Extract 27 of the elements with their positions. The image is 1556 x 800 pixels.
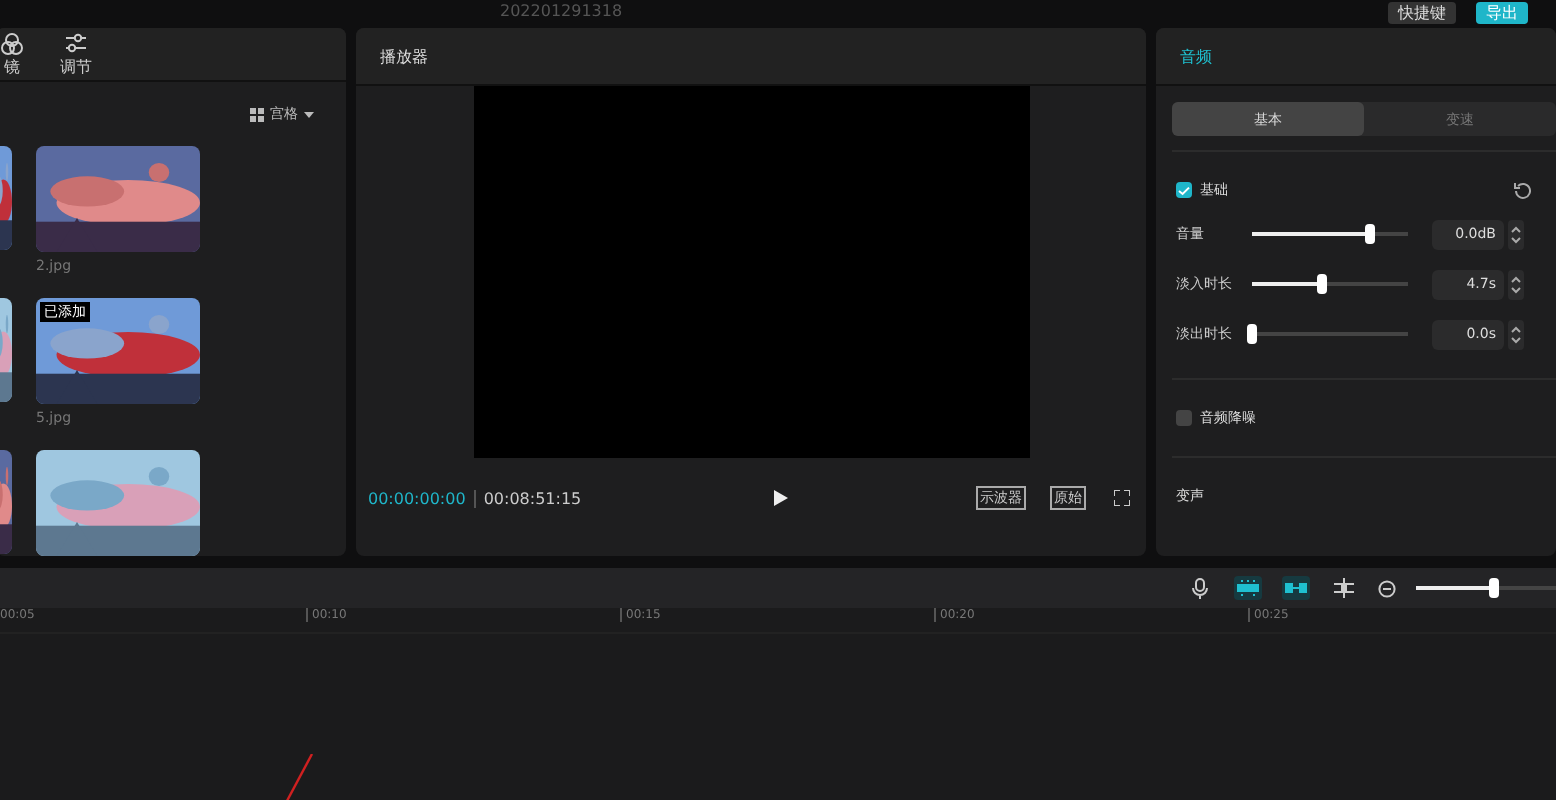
toolbar-tab[interactable]: 镜 <box>0 31 24 77</box>
project-name: 202201291318 <box>500 2 623 22</box>
reset-icon[interactable] <box>1514 181 1532 199</box>
toolbar-button[interactable] <box>1330 576 1358 600</box>
toolbar-button[interactable] <box>1282 576 1310 600</box>
panel-title: 播放器 <box>380 45 428 67</box>
checkbox[interactable] <box>1176 182 1192 198</box>
link-icon <box>1284 582 1308 594</box>
magnet-icon <box>1236 580 1260 596</box>
play-icon[interactable] <box>773 490 788 506</box>
caret-icon <box>304 111 314 117</box>
total-time: 00:08:51:15 <box>473 489 582 507</box>
split-icon <box>1332 578 1356 598</box>
stepper-icon[interactable] <box>1508 319 1524 349</box>
stepper-icon[interactable] <box>1508 269 1524 299</box>
grid-icon <box>250 107 264 121</box>
stepper-icon[interactable] <box>1508 219 1524 249</box>
microphone-icon <box>1192 577 1208 599</box>
fullscreen-icon[interactable] <box>1114 490 1130 506</box>
panel-title: 音频 <box>1180 45 1212 67</box>
toolbar-button[interactable] <box>1234 576 1262 600</box>
toolbar-tab[interactable]: 调节 <box>60 31 92 77</box>
shortcut-button[interactable]: 快捷键 <box>1388 1 1456 23</box>
checkbox[interactable] <box>1176 410 1192 426</box>
current-time: 00:00:00:00 <box>368 489 466 507</box>
toolbar-button[interactable] <box>1186 576 1214 600</box>
zoom-out-icon[interactable] <box>1378 579 1396 597</box>
